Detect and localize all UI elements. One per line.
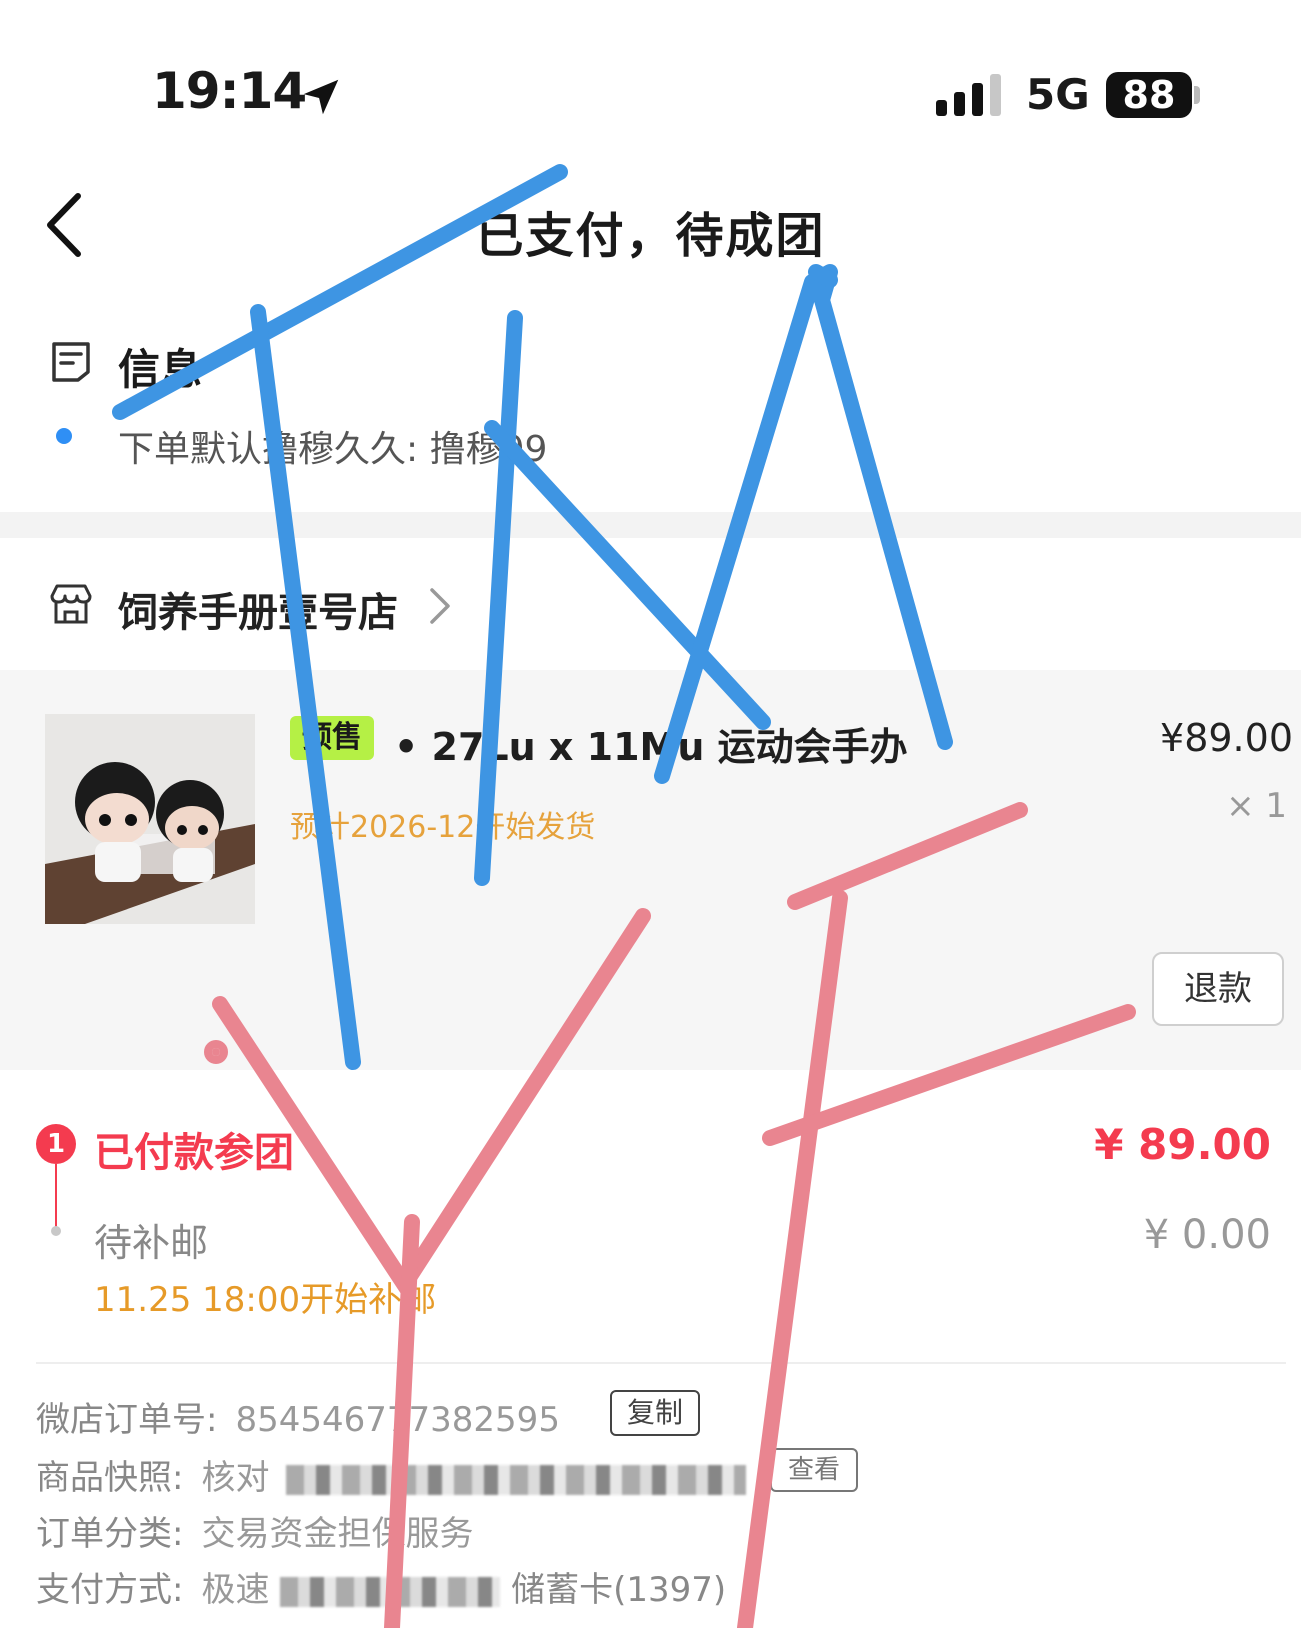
payment-label: 支付方式: [36,1570,184,1610]
step-postage-amount: ¥ 0.00 [1143,1212,1271,1258]
info-title: 信息 [118,345,203,394]
step-postage-label: 待补邮 [94,1221,209,1265]
product-price: ¥89.00 [1160,716,1293,760]
product-name[interactable]: • 27Lu x 11Mu 运动会手办 [394,716,908,771]
copy-button[interactable]: 复制 [610,1390,700,1436]
section-divider [0,512,1301,538]
redacted-text [286,1464,747,1495]
signal-bars-icon [936,74,1001,116]
location-arrow-icon [303,79,339,115]
message-doc-icon [52,342,90,382]
step-dot [51,1226,61,1236]
battery-level: 88 [1106,72,1192,118]
refund-button[interactable]: 退款 [1152,952,1284,1026]
figurine-photo [45,714,255,924]
snapshot-row: 商品快照: 核对 [36,1450,747,1499]
info-bullet [56,428,72,444]
step-connector [55,1164,57,1234]
category-value: 交易资金担保服务 [201,1514,474,1554]
step-postage-note: 11.25 18:00开始补邮 [94,1280,437,1320]
shop-name-link[interactable]: 饲养手册壹号店 [118,580,398,638]
network-type: 5G [1026,70,1090,119]
snapshot-label: 商品快照: [36,1458,184,1498]
payment-row: 支付方式: 极速 储蓄卡(1397) [36,1562,726,1611]
order-divider [36,1362,1286,1364]
category-row: 订单分类: 交易资金担保服务 [36,1506,473,1555]
battery-tip [1194,86,1200,104]
step-number-badge: 1 [36,1124,76,1164]
order-number-value: 854546777382595 [235,1400,560,1440]
product-quantity: × 1 [1226,786,1287,826]
shipping-estimate: 预计2026-12开始发货 [290,810,596,845]
category-label: 订单分类: [36,1514,184,1554]
payment-prefix: 极速 [201,1570,270,1610]
snapshot-text: 核对 [201,1458,270,1498]
page-title: 已支付，待成团 [475,208,826,264]
order-number-row: 微店订单号: 854546777382595 [36,1392,560,1441]
view-snapshot-button[interactable]: 查看 [770,1448,858,1492]
order-number-label: 微店订单号: [36,1400,218,1440]
chevron-right-icon[interactable] [428,586,452,626]
presale-badge: 预售 [290,716,374,760]
shop-awning-icon [50,584,92,624]
product-thumbnail[interactable] [45,714,255,924]
step-paid-amount: ¥ 89.00 [1094,1120,1271,1169]
step-paid-label: 已付款参团 [94,1130,294,1176]
payment-suffix: 储蓄卡(1397) [511,1570,727,1610]
status-bar: 19:14 5G 88 [0,0,1301,150]
status-time: 19:14 [152,62,307,120]
redacted-text [280,1576,501,1607]
info-order-note: 下单默认撸穆久久: 撸穆99 [118,429,548,470]
